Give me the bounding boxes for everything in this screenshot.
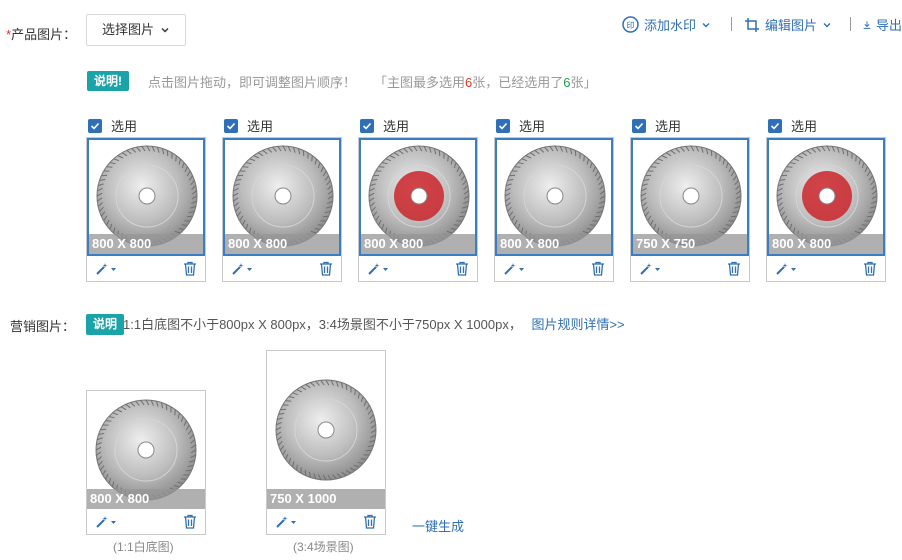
use-image-checkbox[interactable]: 选用: [224, 116, 273, 135]
delete-icon[interactable]: [727, 261, 741, 279]
marketing-image-portrait[interactable]: 750 X 1000: [267, 351, 385, 509]
marketing-rule-text: 1:1白底图不小于800px X 800px，3:4场景图不小于750px X …: [123, 317, 625, 332]
magic-wand-icon[interactable]: [367, 262, 389, 276]
magic-wand-icon[interactable]: [95, 262, 117, 276]
marketing-image-card-portrait[interactable]: 750 X 1000: [266, 350, 386, 535]
checkbox-checked-icon: [768, 118, 782, 133]
checkbox-checked-icon: [496, 118, 510, 133]
download-icon: [863, 20, 871, 29]
tip-badge: 说明!: [87, 71, 129, 91]
edit-images-button[interactable]: 编辑图片: [744, 15, 832, 34]
use-image-checkbox[interactable]: 选用: [496, 116, 545, 135]
used-count: 6: [563, 75, 571, 90]
use-label: 选用: [383, 119, 410, 134]
magic-wand-icon[interactable]: [95, 515, 117, 529]
use-label: 选用: [519, 119, 546, 134]
image-size-label: 800 X 800: [89, 234, 203, 254]
one-click-generate-link[interactable]: 一键生成: [412, 516, 464, 535]
image-size-label: 800 X 800: [87, 489, 205, 509]
checkbox-checked-icon: [224, 118, 238, 133]
product-image[interactable]: 800 X 800: [495, 138, 613, 256]
magic-wand-icon[interactable]: [639, 262, 661, 276]
portrait-caption: (3:4场景图): [293, 540, 354, 554]
delete-icon[interactable]: [455, 261, 469, 279]
use-image-checkbox[interactable]: 选用: [768, 116, 817, 135]
delete-icon[interactable]: [863, 261, 877, 279]
marketing-images-label: 营销图片：: [10, 319, 76, 334]
delete-icon[interactable]: [183, 261, 197, 279]
toolbar-divider: [731, 17, 732, 31]
tip-text: 点击图片拖动，即可调整图片顺序！ 「主图最多选用6张，已经选用了6张」: [148, 75, 597, 90]
image-size-label: 800 X 800: [225, 234, 339, 254]
crop-icon: [745, 17, 759, 32]
product-image-card[interactable]: 800 X 800: [222, 137, 342, 282]
product-images-label: *产品图片：: [6, 27, 77, 42]
use-label: 选用: [111, 119, 138, 134]
image-size-label: 800 X 800: [497, 234, 611, 254]
product-image[interactable]: 750 X 750: [631, 138, 749, 256]
product-image-card[interactable]: 750 X 750: [630, 137, 750, 282]
watermark-icon: 印: [622, 16, 639, 33]
use-image-checkbox[interactable]: 选用: [88, 116, 137, 135]
square-caption: (1:1白底图): [113, 540, 174, 554]
toolbar-divider: [850, 17, 851, 31]
delete-icon[interactable]: [363, 514, 377, 532]
checkbox-checked-icon: [632, 118, 646, 133]
product-image[interactable]: 800 X 800: [223, 138, 341, 256]
product-image-card[interactable]: 800 X 800: [86, 137, 206, 282]
magic-wand-icon[interactable]: [775, 262, 797, 276]
product-image-card[interactable]: 800 X 800: [494, 137, 614, 282]
chevron-down-icon: [702, 22, 710, 27]
product-image[interactable]: 800 X 800: [87, 138, 205, 256]
use-label: 选用: [655, 119, 682, 134]
export-button[interactable]: 导出: [863, 15, 902, 34]
image-size-label: 800 X 800: [361, 234, 475, 254]
marketing-tip-badge: 说明: [86, 314, 125, 335]
magic-wand-icon[interactable]: [231, 262, 253, 276]
use-label: 选用: [791, 119, 818, 134]
product-image[interactable]: 800 X 800: [767, 138, 885, 256]
checkbox-checked-icon: [88, 118, 102, 133]
chevron-down-icon: [161, 28, 169, 33]
use-label: 选用: [247, 119, 274, 134]
marketing-image-square[interactable]: 800 X 800: [87, 391, 205, 509]
select-images-button[interactable]: 选择图片: [86, 14, 186, 46]
add-watermark-button[interactable]: 印 添加水印: [622, 15, 711, 34]
use-image-checkbox[interactable]: 选用: [360, 116, 409, 135]
use-image-checkbox[interactable]: 选用: [632, 116, 681, 135]
product-image-card[interactable]: 800 X 800: [766, 137, 886, 282]
svg-text:印: 印: [627, 21, 635, 30]
magic-wand-icon[interactable]: [275, 515, 297, 529]
chevron-down-icon: [823, 22, 831, 27]
product-image[interactable]: 800 X 800: [359, 138, 477, 256]
image-size-label: 800 X 800: [769, 234, 883, 254]
magic-wand-icon[interactable]: [503, 262, 525, 276]
delete-icon[interactable]: [183, 514, 197, 532]
checkbox-checked-icon: [360, 118, 374, 133]
marketing-image-card-square[interactable]: 800 X 800: [86, 390, 206, 535]
product-image-card[interactable]: 800 X 800: [358, 137, 478, 282]
image-size-label: 750 X 1000: [267, 489, 385, 509]
image-rules-link[interactable]: 图片规则详情>>: [531, 317, 624, 332]
image-size-label: 750 X 750: [633, 234, 747, 254]
delete-icon[interactable]: [591, 261, 605, 279]
delete-icon[interactable]: [319, 261, 333, 279]
